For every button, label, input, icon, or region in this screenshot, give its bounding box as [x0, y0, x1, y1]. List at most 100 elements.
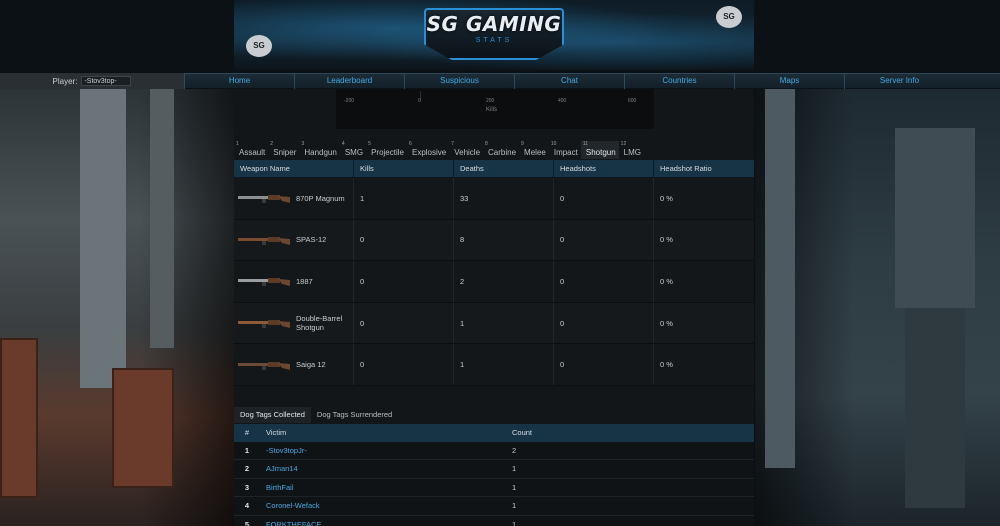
player-search: Player: — [0, 73, 184, 89]
spas-12-icon — [238, 236, 290, 245]
background-scene-left — [0, 88, 234, 526]
rank-cell: 5 — [244, 519, 250, 526]
kills-cell: 0 — [354, 302, 454, 344]
sg-emblem-right-icon: SG — [716, 6, 742, 28]
site-logo[interactable]: SG GAMING — [424, 12, 564, 36]
main-content: -200 0 200 400 600 Kills 1 Assault 2 Snipe… — [234, 89, 754, 526]
headshots-cell: 0 — [554, 261, 654, 302]
tab-explosive[interactable]: 6 Explosive — [407, 141, 449, 159]
tab-projectile[interactable]: 5 Projectile — [366, 141, 407, 159]
weapon-name: 1887 — [296, 276, 313, 286]
tab-sniper[interactable]: 2 Sniper — [268, 141, 299, 159]
weapon-cell: Double-Barrel Shotgun — [234, 302, 354, 344]
weapon-cell: 1887 — [234, 261, 354, 302]
weapon-name: 870P Magnum — [296, 193, 345, 203]
player-input[interactable] — [81, 76, 132, 86]
nav-server-info[interactable]: Server Info — [844, 73, 954, 89]
kills-cell: 0 — [354, 261, 454, 302]
victim-link[interactable]: BirthFail — [260, 479, 506, 496]
nav-suspicious[interactable]: Suspicious — [404, 73, 514, 89]
870p-magnum-icon — [238, 195, 290, 204]
axis-title: Kills — [486, 107, 498, 113]
table-row: 4 Coronel-Wefack 1 — [234, 497, 754, 516]
dog-tag-tabs: Dog Tags Collected Dog Tags Surrendered — [234, 407, 398, 423]
table-header: # Victim Count — [234, 424, 754, 442]
header-headshots[interactable]: Headshots — [554, 160, 654, 178]
tab-vehicle[interactable]: 7 Vehicle — [449, 141, 483, 159]
header-rank[interactable]: # — [234, 424, 260, 442]
headshots-cell: 0 — [554, 178, 654, 219]
double-barrel-shotgun-icon — [238, 320, 290, 329]
nav-countries[interactable]: Countries — [624, 73, 734, 89]
nav-maps[interactable]: Maps — [734, 73, 844, 89]
header-count[interactable]: Count — [506, 424, 754, 442]
table-row: 2 AJman14 1 — [234, 460, 754, 479]
table-row: 870P Magnum 1 33 0 0 % — [234, 178, 754, 220]
tab-dog-tags-collected[interactable]: Dog Tags Collected — [234, 407, 311, 423]
count-cell: 1 — [512, 482, 517, 492]
deaths-cell: 2 — [454, 261, 554, 302]
axis-tick: 200 — [486, 98, 495, 104]
tab-lmg[interactable]: 12 LMG — [619, 141, 644, 159]
count-cell: 1 — [512, 501, 517, 511]
nav-chat[interactable]: Chat — [514, 73, 624, 89]
headshot-ratio-cell: 0 % — [660, 193, 673, 203]
victim-link[interactable]: -Stov3topJr- — [260, 442, 506, 459]
nav-home[interactable]: Home — [184, 73, 294, 89]
count-cell: 1 — [512, 464, 517, 474]
site-banner: SG SG GAMING STATS SG — [234, 0, 754, 70]
tab-melee[interactable]: 9 Melee — [519, 141, 549, 159]
table-row: 5 FORKTHEFACE 1 — [234, 515, 754, 526]
header-deaths[interactable]: Deaths — [454, 160, 554, 178]
site-logo-subtitle: STATS — [475, 37, 513, 44]
table-row: 1 -Stov3topJr- 2 — [234, 442, 754, 461]
dog-tags-table: # Victim Count 1 -Stov3topJr- 2 2 AJman14 1 3 B… — [234, 424, 754, 526]
axis-tick: 400 — [558, 98, 567, 104]
header-kills[interactable]: Kills — [354, 160, 454, 178]
kills-cell: 1 — [354, 178, 454, 219]
headshots-cell: 0 — [554, 302, 654, 344]
nav-leaderboard[interactable]: Leaderboard — [294, 73, 404, 89]
victim-link[interactable]: AJman14 — [260, 460, 506, 477]
tab-assault[interactable]: 1 Assault — [234, 141, 268, 159]
table-row: SPAS-12 0 8 0 0 % — [234, 219, 754, 262]
weapon-stats-table: Weapon Name Kills Deaths Headshots Heads… — [234, 160, 754, 386]
weapon-name: Saiga 12 — [296, 360, 326, 370]
table-row: 1887 0 2 0 0 % — [234, 261, 754, 303]
deaths-cell: 1 — [454, 302, 554, 344]
header-headshot-ratio[interactable]: Headshot Ratio — [654, 160, 754, 178]
count-cell: 1 — [512, 519, 517, 526]
victim-link[interactable]: Coronel-Wefack — [260, 497, 506, 514]
deaths-cell: 33 — [454, 178, 554, 219]
weapon-name: SPAS-12 — [296, 235, 327, 245]
rank-cell: 1 — [244, 446, 250, 455]
kills-cell: 0 — [354, 219, 454, 261]
header-victim[interactable]: Victim — [260, 424, 506, 442]
rank-cell: 3 — [244, 482, 250, 492]
kills-chart-axis: -200 0 200 400 600 Kills — [336, 89, 654, 129]
tab-carbine[interactable]: 8 Carbine — [483, 141, 519, 159]
tab-smg[interactable]: 4 SMG — [340, 141, 366, 159]
axis-tick: -200 — [344, 98, 355, 104]
saiga-12-icon — [238, 361, 290, 370]
tab-dog-tags-surrendered[interactable]: Dog Tags Surrendered — [311, 407, 398, 423]
count-cell: 2 — [512, 446, 517, 455]
headshot-ratio-cell: 0 % — [660, 360, 673, 370]
sg-emblem-left-icon: SG — [246, 35, 272, 57]
tab-impact[interactable]: 10 Impact — [549, 141, 581, 159]
tab-shotgun[interactable]: 11 Shotgun — [580, 141, 619, 159]
deaths-cell: 8 — [454, 219, 554, 261]
axis-tick: 600 — [628, 98, 637, 104]
headshots-cell: 0 — [554, 219, 654, 261]
weapon-cell: SPAS-12 — [234, 219, 354, 261]
table-row: 3 BirthFail 1 — [234, 478, 754, 498]
headshot-ratio-cell: 0 % — [660, 276, 673, 286]
main-nav: Player: Home Leaderboard Suspicious Chat… — [0, 73, 1000, 89]
tab-handgun[interactable]: 3 Handgun — [299, 141, 339, 159]
background-scene-right — [755, 88, 1000, 526]
weapon-name: Double-Barrel Shotgun — [296, 314, 343, 333]
table-row: Double-Barrel Shotgun 0 1 0 0 % — [234, 302, 754, 345]
headshots-cell: 0 — [554, 344, 654, 385]
victim-link[interactable]: FORKTHEFACE — [260, 516, 506, 526]
header-weapon-name[interactable]: Weapon Name — [234, 160, 354, 178]
